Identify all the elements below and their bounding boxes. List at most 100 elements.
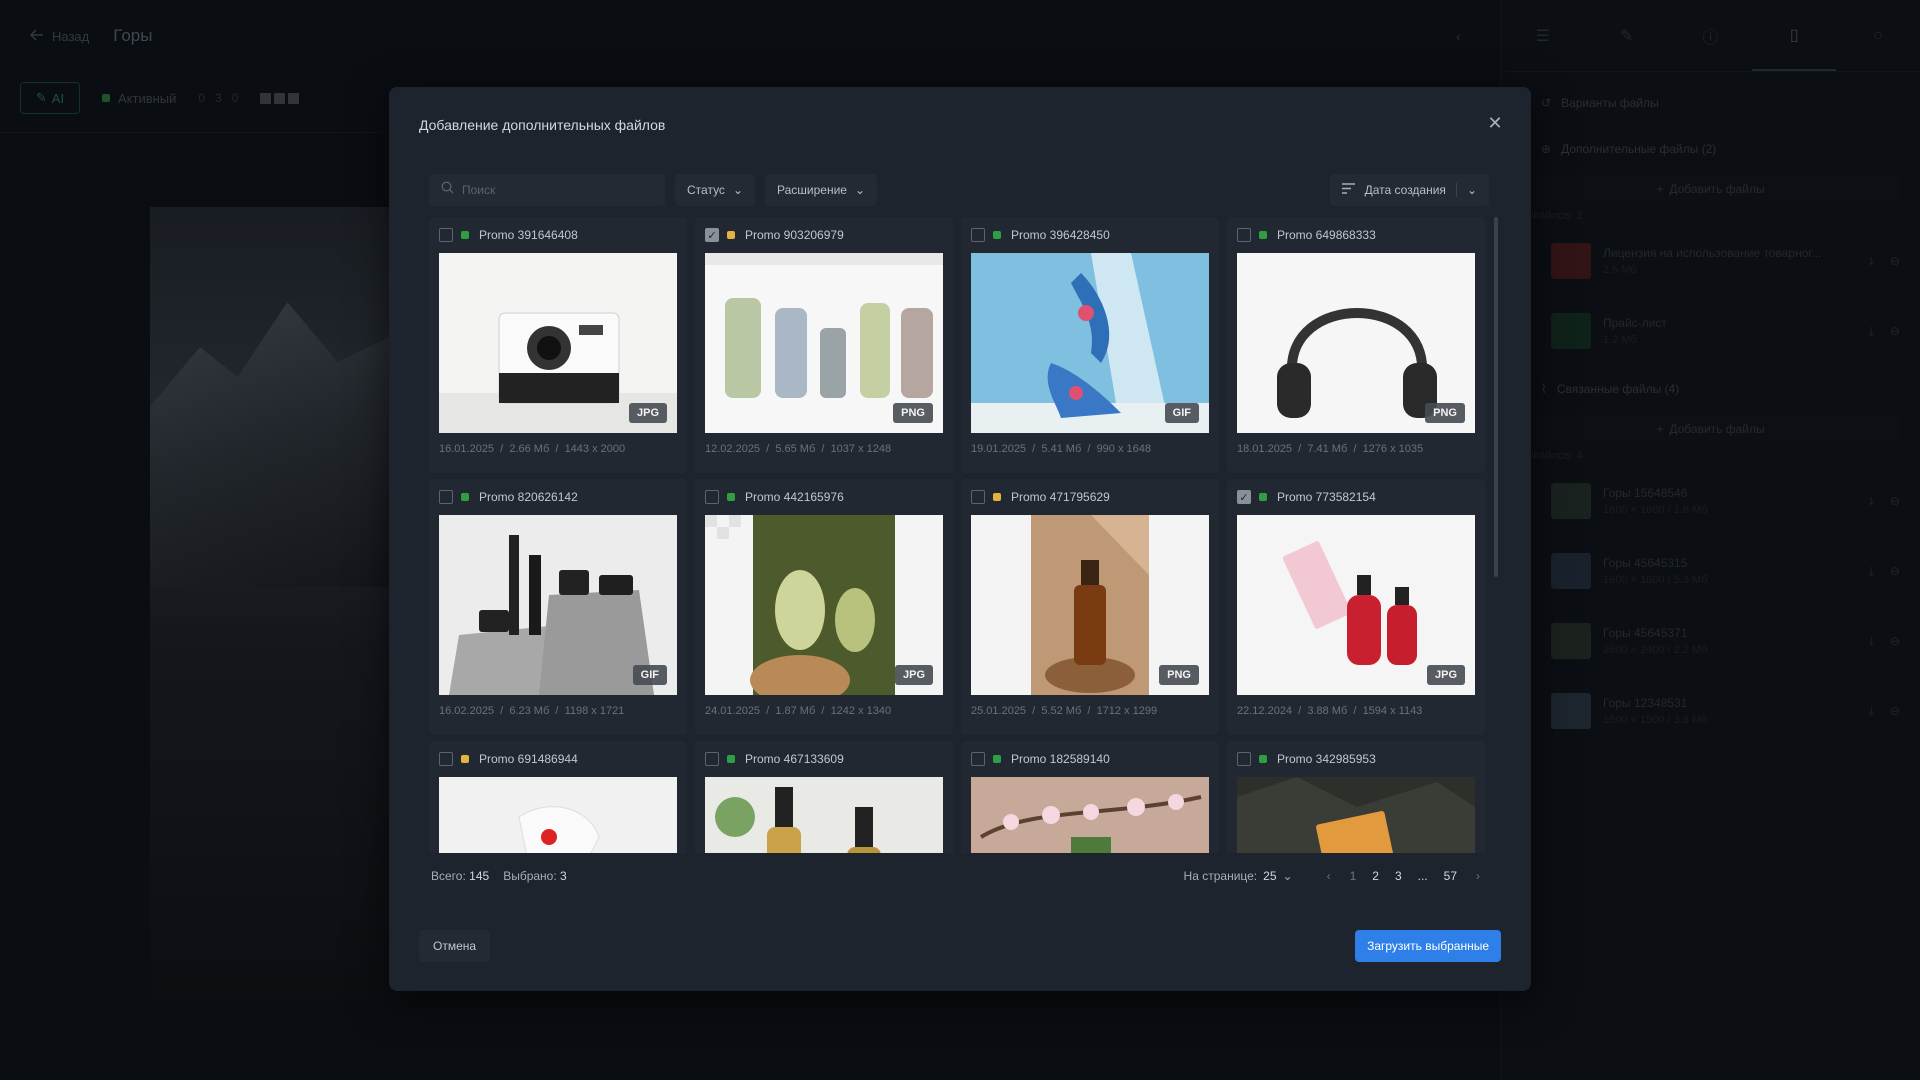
file-card[interactable]: Promo 820626142 GIF 16.02.2025 / 6.23 Мб… bbox=[429, 479, 687, 735]
chevron-down-icon: ⌄ bbox=[732, 183, 743, 197]
file-card[interactable]: Promo 471795629 PNG 25.01.2025 / 5.52 Мб… bbox=[961, 479, 1219, 735]
file-card[interactable]: Promo 342985953 bbox=[1227, 741, 1485, 853]
selected-label: Выбрано: bbox=[503, 869, 557, 883]
file-meta: 18.01.2025 / 7.41 Мб / 1276 x 1035 bbox=[1237, 443, 1424, 455]
extension-filter-label: Расширение bbox=[777, 183, 847, 197]
search-input[interactable] bbox=[462, 183, 642, 197]
extension-filter-dropdown[interactable]: Расширение ⌄ bbox=[765, 174, 878, 206]
file-name: Promo 182589140 bbox=[1011, 752, 1110, 766]
file-size: 5.52 Мб bbox=[1041, 705, 1082, 717]
file-name: Promo 820626142 bbox=[479, 490, 578, 504]
card-header: Promo 820626142 bbox=[439, 479, 677, 515]
status-dot bbox=[993, 231, 1001, 239]
file-dimensions: 990 x 1648 bbox=[1096, 443, 1151, 455]
search-box[interactable] bbox=[429, 174, 665, 206]
file-date: 16.02.2025 bbox=[439, 705, 495, 717]
cancel-button[interactable]: Отмена bbox=[419, 930, 491, 962]
file-thumbnail[interactable] bbox=[971, 777, 1209, 853]
extension-badge: PNG bbox=[1159, 665, 1199, 685]
file-size: 2.66 Мб bbox=[509, 443, 550, 455]
extension-badge: JPG bbox=[628, 403, 667, 423]
status-filter-label: Статус bbox=[687, 183, 725, 197]
file-card[interactable]: Promo 442165976 JPG 24.01.2025 / 1.87 Мб… bbox=[695, 479, 953, 735]
file-date: 24.01.2025 bbox=[705, 705, 761, 717]
file-name: Promo 442165976 bbox=[745, 490, 844, 504]
file-thumbnail[interactable]: GIF bbox=[971, 253, 1209, 433]
file-dimensions: 1712 x 1299 bbox=[1096, 705, 1158, 717]
page-link[interactable]: 3 bbox=[1392, 869, 1405, 883]
card-header: Promo 391646408 bbox=[439, 217, 677, 253]
file-name: Promo 649868333 bbox=[1277, 228, 1376, 242]
file-name: Promo 471795629 bbox=[1011, 490, 1110, 504]
per-page-select[interactable]: На странице: 25 ⌄ bbox=[1184, 869, 1293, 883]
file-thumbnail[interactable]: JPG bbox=[705, 515, 943, 695]
file-meta: 24.01.2025 / 1.87 Мб / 1242 x 1340 bbox=[705, 705, 892, 717]
file-thumbnail[interactable]: GIF bbox=[439, 515, 677, 695]
chevron-down-icon: ⌄ bbox=[1282, 869, 1293, 883]
total-value: 145 bbox=[469, 869, 490, 883]
select-checkbox[interactable] bbox=[439, 228, 453, 242]
select-checkbox[interactable] bbox=[439, 752, 453, 766]
selection-summary: Всего: 145 Выбрано: 3 bbox=[431, 869, 567, 883]
page-link[interactable]: 57 bbox=[1441, 869, 1460, 883]
file-date: 25.01.2025 bbox=[971, 705, 1027, 717]
status-dot bbox=[993, 755, 1001, 763]
close-icon[interactable]: ✕ bbox=[1487, 114, 1503, 132]
file-card[interactable]: ✓ Promo 773582154 JPG 22.12.2024 / 3.88 … bbox=[1227, 479, 1485, 735]
select-checkbox[interactable] bbox=[439, 490, 453, 504]
file-thumbnail[interactable]: JPG bbox=[439, 253, 677, 433]
page-link[interactable]: 1 bbox=[1347, 869, 1360, 883]
file-dimensions: 1443 x 2000 bbox=[564, 443, 626, 455]
file-card[interactable]: Promo 396428450 GIF 19.01.2025 / 5.41 Мб… bbox=[961, 217, 1219, 473]
file-card[interactable]: Promo 691486944 bbox=[429, 741, 687, 853]
select-checkbox[interactable] bbox=[705, 490, 719, 504]
file-name: Promo 903206979 bbox=[745, 228, 844, 242]
file-dimensions: 1594 x 1143 bbox=[1362, 705, 1423, 717]
file-name: Promo 396428450 bbox=[1011, 228, 1110, 242]
file-name: Promo 773582154 bbox=[1277, 490, 1376, 504]
select-checkbox[interactable] bbox=[1237, 228, 1251, 242]
file-thumbnail[interactable] bbox=[439, 777, 677, 853]
file-meta: 19.01.2025 / 5.41 Мб / 990 x 1648 bbox=[971, 443, 1151, 455]
grid-scrollbar[interactable] bbox=[1494, 217, 1498, 577]
prev-page-icon[interactable]: ‹ bbox=[1321, 869, 1337, 883]
file-thumbnail[interactable]: PNG bbox=[705, 253, 943, 433]
status-dot bbox=[727, 493, 735, 501]
file-card[interactable]: Promo 391646408 JPG 16.01.2025 / 2.66 Мб… bbox=[429, 217, 687, 473]
file-thumbnail[interactable]: JPG bbox=[1237, 515, 1475, 695]
file-card[interactable]: Promo 182589140 bbox=[961, 741, 1219, 853]
select-checkbox[interactable] bbox=[1237, 752, 1251, 766]
extension-badge: PNG bbox=[893, 403, 933, 423]
file-thumbnail[interactable] bbox=[705, 777, 943, 853]
select-checkbox[interactable]: ✓ bbox=[705, 228, 719, 242]
sort-dropdown[interactable]: Дата создания ⌄ bbox=[1329, 174, 1489, 206]
select-checkbox[interactable] bbox=[971, 490, 985, 504]
file-thumbnail[interactable] bbox=[1237, 777, 1475, 853]
files-grid-area[interactable]: Promo 391646408 JPG 16.01.2025 / 2.66 Мб… bbox=[429, 217, 1489, 853]
total-label: Всего: bbox=[431, 869, 466, 883]
select-checkbox[interactable]: ✓ bbox=[1237, 490, 1251, 504]
status-filter-dropdown[interactable]: Статус ⌄ bbox=[675, 174, 755, 206]
status-dot bbox=[461, 493, 469, 501]
file-name: Promo 342985953 bbox=[1277, 752, 1376, 766]
file-card[interactable]: Promo 467133609 bbox=[695, 741, 953, 853]
file-name: Promo 391646408 bbox=[479, 228, 578, 242]
page-link[interactable]: 2 bbox=[1369, 869, 1382, 883]
file-card[interactable]: Promo 649868333 PNG 18.01.2025 / 7.41 Мб… bbox=[1227, 217, 1485, 473]
file-card[interactable]: ✓ Promo 903206979 PNG 12.02.2025 / 5.65 … bbox=[695, 217, 953, 473]
file-thumbnail[interactable]: PNG bbox=[1237, 253, 1475, 433]
upload-selected-button[interactable]: Загрузить выбранные bbox=[1355, 930, 1501, 962]
file-meta: 12.02.2025 / 5.65 Мб / 1037 x 1248 bbox=[705, 443, 892, 455]
selected-value: 3 bbox=[560, 869, 567, 883]
select-checkbox[interactable] bbox=[971, 228, 985, 242]
file-thumbnail[interactable]: PNG bbox=[971, 515, 1209, 695]
page-ellipsis: ... bbox=[1417, 869, 1428, 883]
file-name: Promo 691486944 bbox=[479, 752, 578, 766]
select-checkbox[interactable] bbox=[705, 752, 719, 766]
extension-badge: GIF bbox=[632, 665, 667, 685]
file-size: 1.87 Мб bbox=[775, 705, 816, 717]
next-page-icon[interactable]: › bbox=[1470, 869, 1486, 883]
select-checkbox[interactable] bbox=[971, 752, 985, 766]
card-header: Promo 471795629 bbox=[971, 479, 1209, 515]
status-dot bbox=[727, 755, 735, 763]
